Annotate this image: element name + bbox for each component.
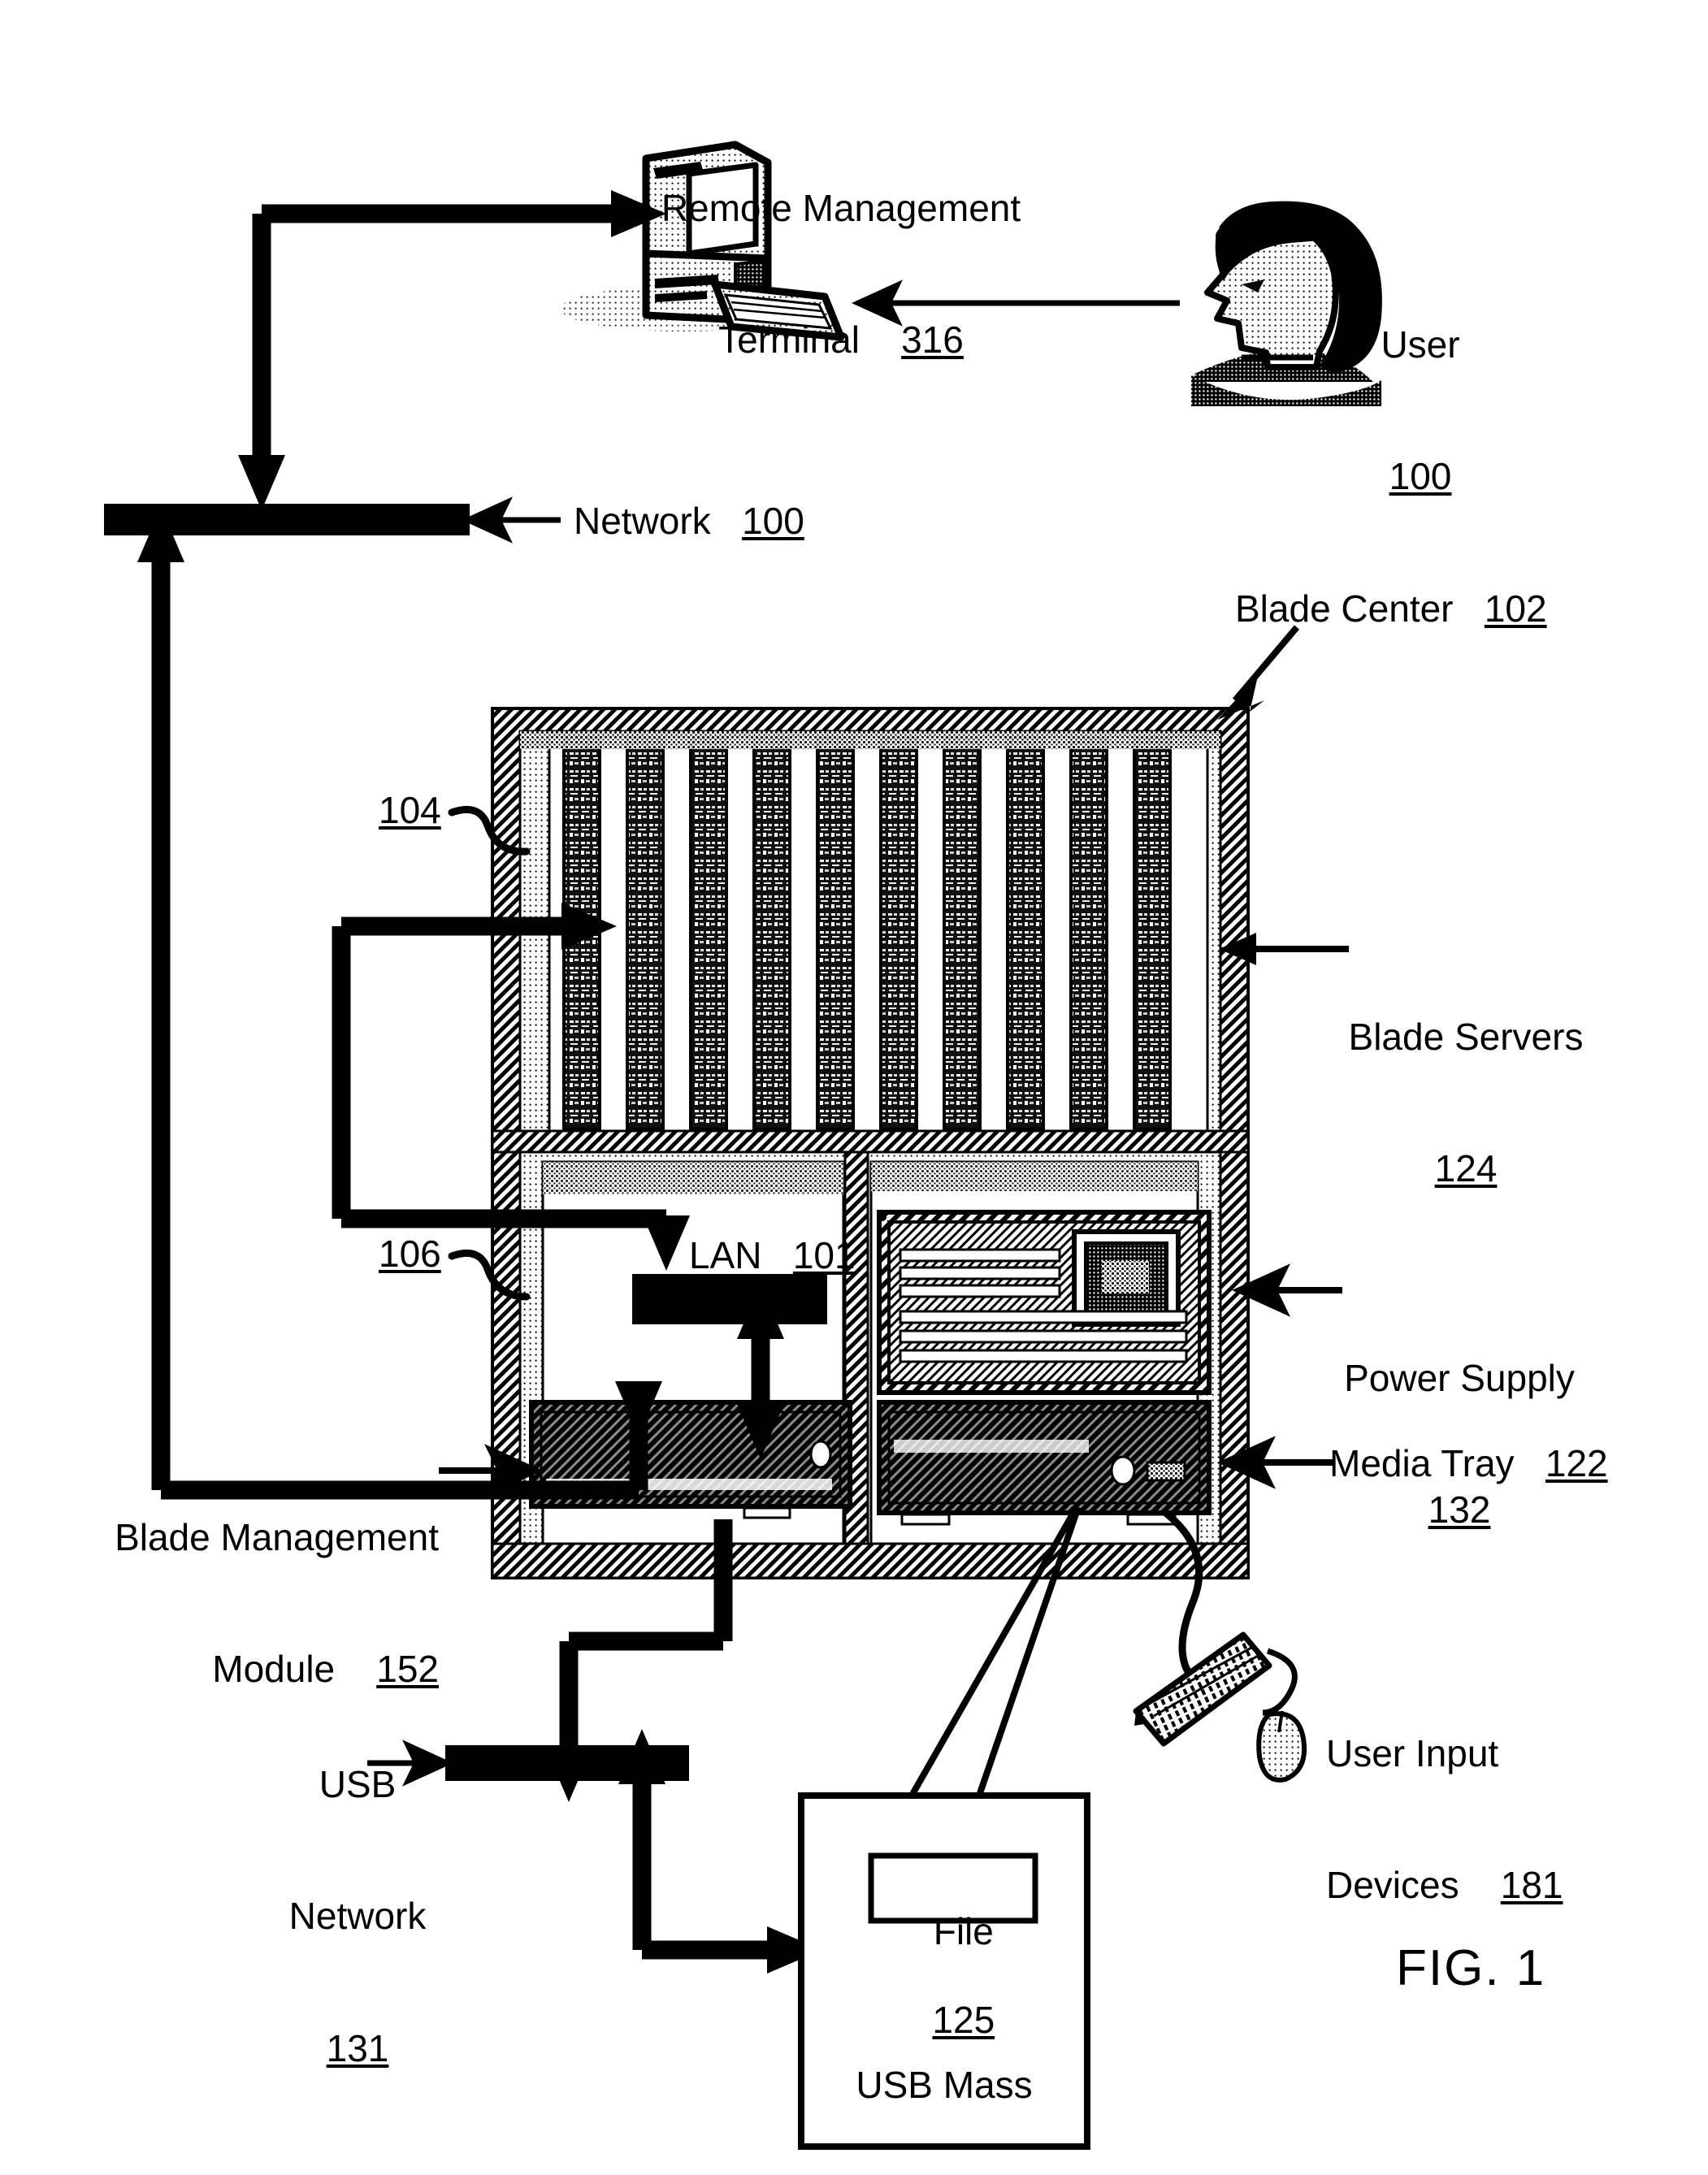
user-ref: 100 (1389, 455, 1452, 498)
power-supply-label-text: Power Supply (1344, 1356, 1575, 1399)
usb-storage-line1: USB Mass (856, 2063, 1033, 2106)
lan-ref: 101 (792, 1234, 856, 1276)
power-supply-ref: 132 (1428, 1488, 1491, 1532)
user-label-text: User (1381, 323, 1460, 366)
blade-servers-label: Blade Servers 124 (1344, 926, 1588, 1235)
remote-terminal-line2: Terminal (718, 318, 860, 362)
arrow-usb-network-to-storage (618, 1729, 822, 1974)
callout-104: 104 (379, 789, 441, 831)
file-label-text: File (933, 1910, 994, 1953)
uid-line2: Devices (1326, 1864, 1459, 1907)
media-tray-ref: 122 (1545, 1442, 1608, 1484)
usb-network-label: USB Network 131 (244, 1674, 471, 2115)
blade-management-module-unit (529, 1400, 852, 1519)
blade-center-ref: 102 (1484, 587, 1547, 630)
remote-terminal-line1: Remote Management (661, 186, 1021, 229)
blade-center-chassis (491, 707, 1250, 1579)
lan-label: LAN 101 (689, 1233, 856, 1277)
network-label: Network 100 (574, 499, 804, 543)
usb-network-ref: 131 (326, 2027, 389, 2070)
network-label-text: Network (574, 500, 711, 542)
lan-label-text: LAN (689, 1234, 762, 1276)
power-supply-label: Power Supply 132 (1337, 1267, 1581, 1576)
uid-ref: 181 (1500, 1864, 1563, 1907)
usb-network-line1: USB (319, 1762, 397, 1805)
media-tray-label: Media Tray 122 (1329, 1441, 1608, 1485)
network-ref: 100 (742, 500, 804, 542)
blade-center-label-text: Blade Center (1235, 587, 1454, 630)
blade-servers-label-text: Blade Servers (1348, 1015, 1584, 1058)
remote-terminal-ref: 316 (901, 318, 964, 362)
callout-106: 106 (379, 1233, 441, 1275)
media-tray-label-text: Media Tray (1329, 1442, 1515, 1484)
arrow-terminal-to-network (238, 190, 666, 510)
remote-terminal-label: Remote Management Terminal 316 (650, 97, 1032, 406)
usb-mass-storage-label: USB Mass Storage Device 127 (801, 1974, 1087, 2175)
power-supply-module (877, 1210, 1212, 1395)
media-tray-unit (877, 1400, 1212, 1526)
lan-bus-bar (632, 1274, 827, 1324)
bmm-line1: Blade Management (115, 1515, 439, 1558)
figure-canvas: Remote Management Terminal 316 User 100 … (0, 0, 1708, 2175)
leader-blade-center (1217, 625, 1300, 720)
user-label: User 100 (1339, 234, 1502, 543)
figure-caption: FIG. 1 (1396, 1940, 1546, 1996)
uid-line1: User Input (1326, 1731, 1499, 1774)
blade-servers-ref: 124 (1434, 1147, 1498, 1190)
user-input-devices-label: User Input Devices 181 (1326, 1643, 1651, 1952)
usb-network-line2: Network (288, 1895, 427, 1938)
blade-center-label: Blade Center 102 (1235, 587, 1547, 630)
